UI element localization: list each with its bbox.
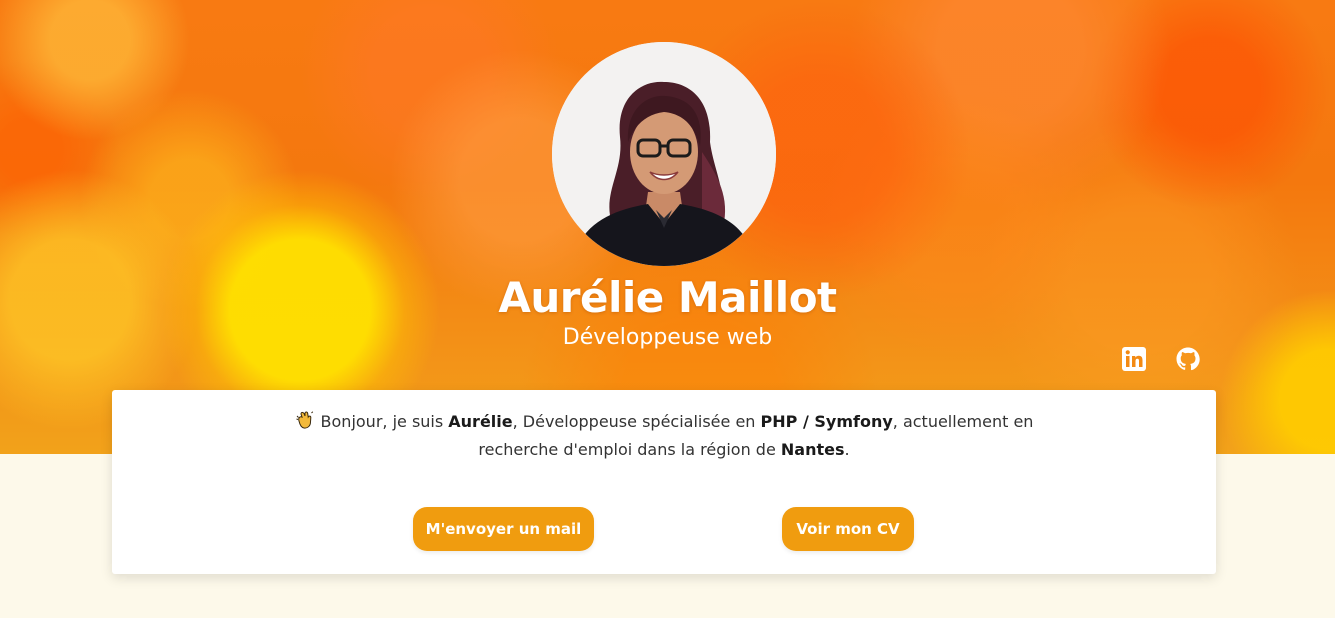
intro-part1: Bonjour, je suis bbox=[320, 412, 449, 431]
intro-city: Nantes bbox=[780, 440, 845, 459]
waving-hand-icon bbox=[295, 411, 313, 429]
github-icon[interactable] bbox=[1175, 346, 1201, 372]
intro-part2: , Développeuse spécialisée en bbox=[512, 412, 761, 431]
view-cv-button[interactable]: Voir mon CV bbox=[782, 507, 914, 551]
linkedin-icon[interactable] bbox=[1121, 346, 1147, 372]
page: Aurélie Maillot Développeuse web Bonjour… bbox=[0, 0, 1335, 618]
intro-part4: . bbox=[844, 440, 850, 459]
avatar bbox=[552, 42, 776, 266]
intro-stack: PHP / Symfony bbox=[760, 412, 893, 431]
hero-banner: Aurélie Maillot Développeuse web bbox=[0, 0, 1335, 454]
send-mail-button[interactable]: M'envoyer un mail bbox=[413, 507, 594, 551]
intro-name: Aurélie bbox=[448, 412, 513, 431]
profile-name: Aurélie Maillot bbox=[498, 273, 837, 322]
intro-text: Bonjour, je suis Aurélie, Développeuse s… bbox=[292, 408, 1036, 464]
intro-card: Bonjour, je suis Aurélie, Développeuse s… bbox=[112, 390, 1216, 574]
